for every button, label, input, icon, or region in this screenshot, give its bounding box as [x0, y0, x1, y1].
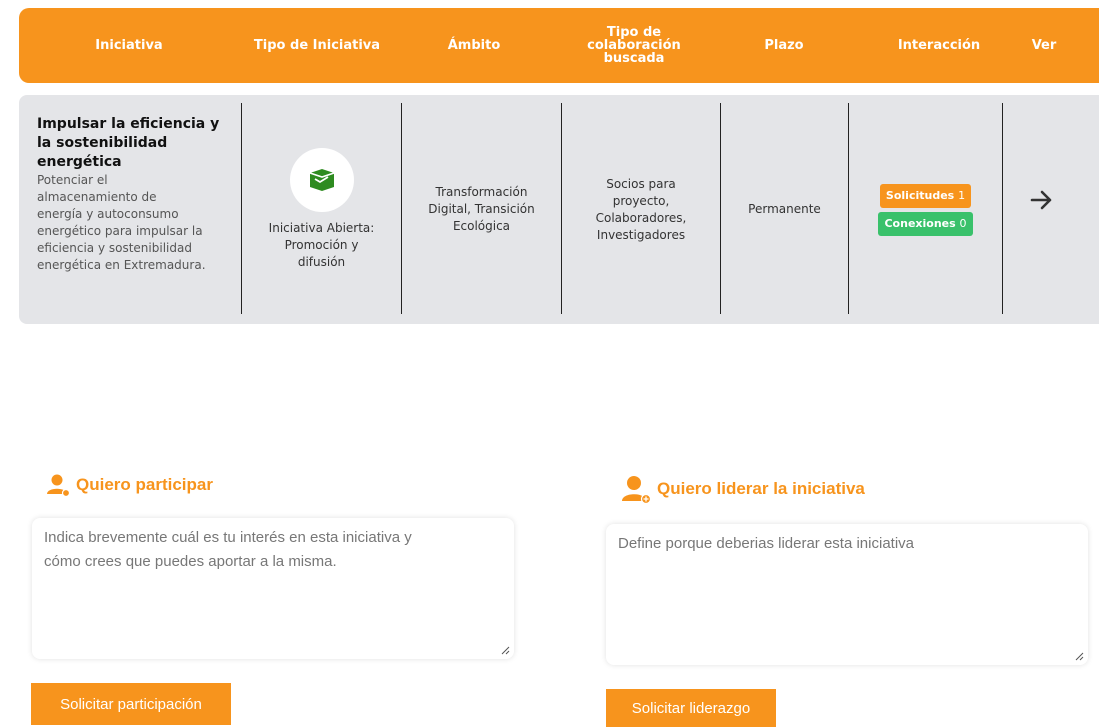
ambito-text-line: Digital, Transición: [428, 202, 535, 216]
initiative-cell: Impulsar la eficiencia y la sostenibilid…: [37, 115, 232, 274]
header-ver: Ver: [1031, 38, 1057, 53]
colaboracion-text-line: proyecto,: [612, 193, 670, 208]
header-iniciativa: Iniciativa: [95, 38, 163, 53]
tipo-text-line: Iniciativa Abierta:: [268, 221, 375, 235]
header-tipo-iniciativa: Tipo de Iniciativa: [253, 38, 381, 53]
solicitar-liderazgo-button[interactable]: Solicitar liderazgo: [606, 689, 776, 727]
header-tipo-colaboracion: Tipo de colaboración buscada: [569, 8, 699, 83]
header-ambito: Ámbito: [447, 38, 501, 53]
initiative-description-line: eficiencia y sostenibilidad: [37, 241, 192, 255]
initiative-description-line: energía y autoconsumo: [37, 207, 179, 221]
plazo-cell: Permanente: [721, 95, 848, 324]
liderar-textarea[interactable]: Define porque deberias liderar esta inic…: [606, 524, 1088, 665]
colaboracion-cell: Socios para proyecto, Colaboradores, Inv…: [562, 95, 720, 324]
initiative-description-line: energética en Extremadura.: [37, 258, 206, 272]
liderar-heading: Quiero liderar la iniciativa: [621, 474, 865, 504]
ambito-cell: Transformación Digital, Transición Ecoló…: [402, 95, 561, 324]
table-row: Impulsar la eficiencia y la sostenibilid…: [19, 95, 1099, 324]
solicitudes-count: 1: [958, 188, 966, 202]
arrow-right-icon[interactable]: [1029, 187, 1055, 213]
participar-heading: Quiero participar: [46, 473, 213, 497]
user-icon: [47, 474, 70, 497]
conexiones-badge[interactable]: Conexiones 0: [878, 211, 973, 236]
initiative-title-line: energética: [37, 154, 122, 170]
solicitar-participacion-button[interactable]: Solicitar participación: [31, 683, 231, 725]
solicitudes-label: Solicitudes: [885, 188, 955, 202]
participar-placeholder-line: Indica brevemente cuál es tu interés en …: [44, 529, 412, 546]
initiative-title: Impulsar la eficiencia y la sostenibilid…: [37, 115, 232, 172]
initiative-title-line: la sostenibilidad: [37, 135, 168, 151]
resize-handle-icon[interactable]: [500, 645, 510, 655]
tipo-icon-circle: [289, 148, 354, 212]
resize-handle-icon[interactable]: [1074, 651, 1084, 661]
colaboracion-text-line: Investigadores: [596, 227, 686, 242]
initiative-description-line: almacenamiento de: [37, 190, 157, 204]
solicitudes-badge[interactable]: Solicitudes 1: [879, 183, 972, 208]
conexiones-count: 0: [959, 216, 967, 230]
table-header: Iniciativa Tipo de Iniciativa Ámbito Tip…: [19, 8, 1099, 83]
tipo-text-line: Promoción y: [284, 238, 359, 252]
user-add-icon: [622, 476, 651, 504]
ambito-text-line: Ecológica: [452, 219, 511, 233]
liderar-placeholder: Define porque deberias liderar esta inic…: [618, 535, 915, 552]
open-box-icon: [309, 169, 334, 191]
initiative-description-line: Potenciar el: [37, 173, 108, 187]
initiative-description-line: energético para impulsar la: [37, 224, 203, 238]
header-interaccion: Interacción: [897, 38, 981, 53]
ambito-text-line: Transformación: [435, 185, 528, 199]
tipo-text-line: difusión: [297, 255, 346, 269]
participar-title: Quiero participar: [76, 475, 213, 494]
interaccion-cell: Solicitudes 1 Conexiones 0: [849, 95, 1002, 324]
colaboracion-text-line: Colaboradores,: [595, 210, 687, 225]
participar-placeholder-line: cómo crees que puedes aportar a la misma…: [44, 553, 337, 570]
initiative-description: Potenciar el almacenamiento de energía y…: [37, 172, 232, 274]
header-colab-line-3: buscada: [603, 51, 665, 66]
header-plazo: Plazo: [764, 38, 804, 53]
plazo-text: Permanente: [748, 202, 821, 216]
liderar-title: Quiero liderar la iniciativa: [657, 479, 865, 498]
colaboracion-text-line: Socios para: [606, 176, 676, 191]
column-divider: [1002, 103, 1003, 314]
participar-textarea[interactable]: Indica brevemente cuál es tu interés en …: [32, 518, 514, 659]
tipo-iniciativa-cell: Iniciativa Abierta: Promoción y difusión: [242, 95, 401, 324]
conexiones-label: Conexiones: [884, 216, 956, 230]
initiative-title-line: Impulsar la eficiencia y: [37, 116, 220, 132]
